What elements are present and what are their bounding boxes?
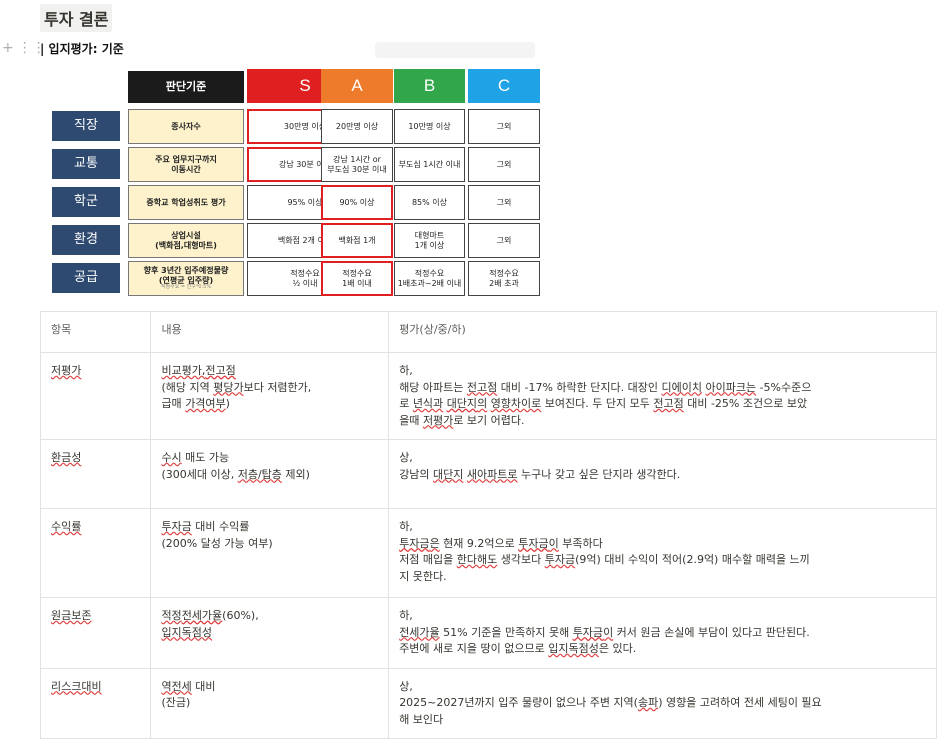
- eval-line: 하,: [399, 520, 413, 533]
- criteria-value: 적정수요 1배초과~2배 이내: [394, 261, 465, 296]
- content-line: (200% 달성 가능 여부): [161, 536, 273, 550]
- eval-line: 을때 저평가로 보기 어렵다.: [399, 413, 525, 427]
- evaluation-item[interactable]: 수익률: [39, 508, 152, 598]
- evaluation-item[interactable]: 원금보존: [39, 597, 152, 669]
- eval-line: 상,: [399, 679, 413, 693]
- criteria-value: 85% 이상: [394, 185, 465, 220]
- criteria-value: 그외: [468, 147, 540, 182]
- criteria-header-label: 판단기준: [128, 71, 244, 103]
- content-line: 급매 가격여부): [161, 397, 230, 410]
- criteria-row-label: 학군: [52, 187, 120, 217]
- evaluation-content[interactable]: 투자금 대비 수익률 (200% 달성 가능 여부): [150, 508, 390, 598]
- eval-line: 해당 아파트는 전고점 대비 -17% 하락한 단지다. 대장인 디에이치 아이…: [399, 380, 812, 394]
- page-title: 투자 결론: [40, 4, 113, 32]
- eval-line: 2025~2027년까지 입주 물량이 없으나 주변 지역(송파) 영향을 고려…: [399, 696, 822, 709]
- criteria-value: 10만명 이상: [394, 109, 465, 144]
- eval-line: 상,: [399, 451, 413, 464]
- evaluation-content[interactable]: 수시 매도 가능 (300세대 이상, 저층/탑층 제외): [150, 439, 390, 509]
- content-line: (해당 지역 평당가보다 저렴한가,: [161, 380, 312, 394]
- criteria-description: 향후 3년간 입주예정물량 (연평균 입주량) 적정수요 = 인구*0.5%: [128, 261, 244, 296]
- criteria-description: 주요 업무지구까지 이동시간: [128, 147, 244, 182]
- table-row: 원금보존 적정전세가율(60%), 입지독점성 하, 전세가율 51% 기준을 만족하지…: [39, 597, 937, 669]
- eval-line: 로 년식과 대단지의 영향차이로 보여진다. 두 단지 모두 전고점 대비 -2…: [399, 397, 808, 410]
- eval-line: 저점 매입을 한다해도 생각보다 투자금(9억) 대비 수익이 적어(2.9억)…: [399, 553, 810, 566]
- criteria-value: 90% 이상: [321, 185, 393, 220]
- grade-a-header: A: [321, 69, 393, 103]
- eval-line: 하,: [399, 364, 413, 377]
- criteria-row-label: 직장: [52, 111, 120, 141]
- criteria-description: 종사자수: [128, 109, 244, 144]
- evaluation-content[interactable]: 비교평가,전고점 (해당 지역 평당가보다 저렴한가, 급매 가격여부): [150, 352, 390, 440]
- criteria-value: 20만명 이상: [321, 109, 393, 144]
- evaluation-item[interactable]: 리스크대비: [39, 667, 152, 739]
- image-toolbar[interactable]: [375, 42, 535, 58]
- evaluation-item[interactable]: 환금성: [39, 439, 152, 509]
- criteria-value: 그외: [468, 109, 540, 144]
- criteria-description: 상업시설 (백화점,대형마트): [128, 223, 244, 258]
- eval-line: 주변에 새로 지을 땅이 없으므로 입지독점성은 있다.: [399, 642, 637, 655]
- item-label: 수익률: [51, 520, 82, 533]
- content-line: 역전세 대비: [161, 679, 216, 693]
- evaluation-content[interactable]: 적정전세가율(60%), 입지독점성: [150, 597, 390, 669]
- evaluation-result[interactable]: 상, 2025~2027년까지 입주 물량이 없으나 주변 지역(송파) 영향을 …: [388, 667, 937, 739]
- content-line: 투자금 대비 수익률: [161, 520, 250, 533]
- content-line: 비교평가,전고점: [161, 364, 236, 377]
- criteria-value: 백화점 1개: [321, 223, 393, 258]
- content-line: (잔금): [161, 696, 191, 709]
- eval-line: 투자금은 현재 9.2억으로 투자금이 부족하다: [399, 536, 603, 550]
- evaluation-content[interactable]: 역전세 대비 (잔금): [150, 667, 390, 739]
- criteria-value: 적정수요 2배 초과: [468, 261, 540, 296]
- criterion-note: 적정수요 = 인구*0.5%: [160, 283, 212, 290]
- add-block-icon[interactable]: +: [2, 40, 14, 56]
- criteria-description: 중학교 학업성취도 평가: [128, 185, 244, 220]
- evaluation-item[interactable]: 저평가: [39, 352, 152, 440]
- evaluation-result[interactable]: 하, 투자금은 현재 9.2억으로 투자금이 부족하다저점 매입을 한다해도 생각…: [388, 508, 937, 598]
- content-line: 입지독점성: [161, 625, 213, 639]
- eval-line: 강남의 대단지 새아파트로 누구나 갖고 싶은 단지라 생각한다.: [399, 467, 681, 481]
- item-label: 환금성: [51, 451, 82, 464]
- criteria-image: 판단기준 S A B C 직장 종사자수 30만명 이상 20만명 이상 10만명 이상 그외 교통 주…: [40, 62, 542, 302]
- header-content[interactable]: 내용: [150, 311, 390, 353]
- evaluation-table: 항목 내용 평가(상/중/하) 저평가 비교평가,전고점 (해당 지역 평당가보다 …: [39, 311, 937, 739]
- grade-c-header: C: [468, 69, 540, 103]
- item-label: 저평가: [51, 364, 82, 377]
- criteria-value: 부도심 1시간 이내: [394, 147, 465, 182]
- eval-line: 해 보인다: [399, 712, 444, 726]
- content-line: 수시 매도 가능: [161, 451, 230, 464]
- item-label: 원금보존: [51, 609, 92, 622]
- evaluation-header-row: 항목 내용 평가(상/중/하): [39, 311, 937, 353]
- criteria-value: 강남 1시간 or 부도심 30분 이내: [321, 147, 393, 182]
- criteria-value: 적정수요 1배 이내: [321, 261, 393, 296]
- criteria-value: 대형마트 1개 이상: [394, 223, 465, 258]
- grade-b-header: B: [394, 69, 465, 103]
- eval-line: 지 못한다.: [399, 569, 447, 583]
- table-row: 저평가 비교평가,전고점 (해당 지역 평당가보다 저렴한가, 급매 가격여부) 하, 해…: [39, 352, 937, 440]
- table-row: 수익률 투자금 대비 수익률 (200% 달성 가능 여부) 하, 투자금은 현재 9.…: [39, 508, 937, 598]
- criteria-row-label: 환경: [52, 225, 120, 255]
- evaluation-result[interactable]: 하, 해당 아파트는 전고점 대비 -17% 하락한 단지다. 대장인 디에이치 …: [388, 352, 937, 440]
- criterion-text: 향후 3년간 입주예정물량 (연평균 입주량): [143, 266, 229, 285]
- criteria-value: 그외: [468, 223, 540, 258]
- header-item[interactable]: 항목: [39, 311, 152, 353]
- table-row: 환금성 수시 매도 가능 (300세대 이상, 저층/탑층 제외) 상, 강남의 대단지…: [39, 439, 937, 509]
- section-subtitle: | 입지평가: 기준: [40, 42, 124, 56]
- evaluation-result[interactable]: 상, 강남의 대단지 새아파트로 누구나 갖고 싶은 단지라 생각한다.: [388, 439, 937, 509]
- table-row: 리스크대비 역전세 대비 (잔금) 상, 2025~2027년까지 입주 물량이 없으나…: [39, 667, 937, 739]
- criteria-value: 그외: [468, 185, 540, 220]
- content-line: (300세대 이상, 저층/탑층 제외): [161, 467, 310, 481]
- content-line: 적정전세가율(60%),: [161, 609, 259, 622]
- criteria-row-label: 교통: [52, 149, 120, 179]
- header-eval[interactable]: 평가(상/중/하): [388, 311, 937, 353]
- criteria-row-label: 공급: [52, 263, 120, 293]
- eval-line: 하,: [399, 609, 413, 622]
- eval-line: 전세가율 51% 기준을 만족하지 못해 투자금이 커서 원금 손실에 부담이 …: [399, 625, 810, 639]
- evaluation-result[interactable]: 하, 전세가율 51% 기준을 만족하지 못해 투자금이 커서 원금 손실에 부담…: [388, 597, 937, 669]
- item-label: 리스크대비: [51, 679, 102, 693]
